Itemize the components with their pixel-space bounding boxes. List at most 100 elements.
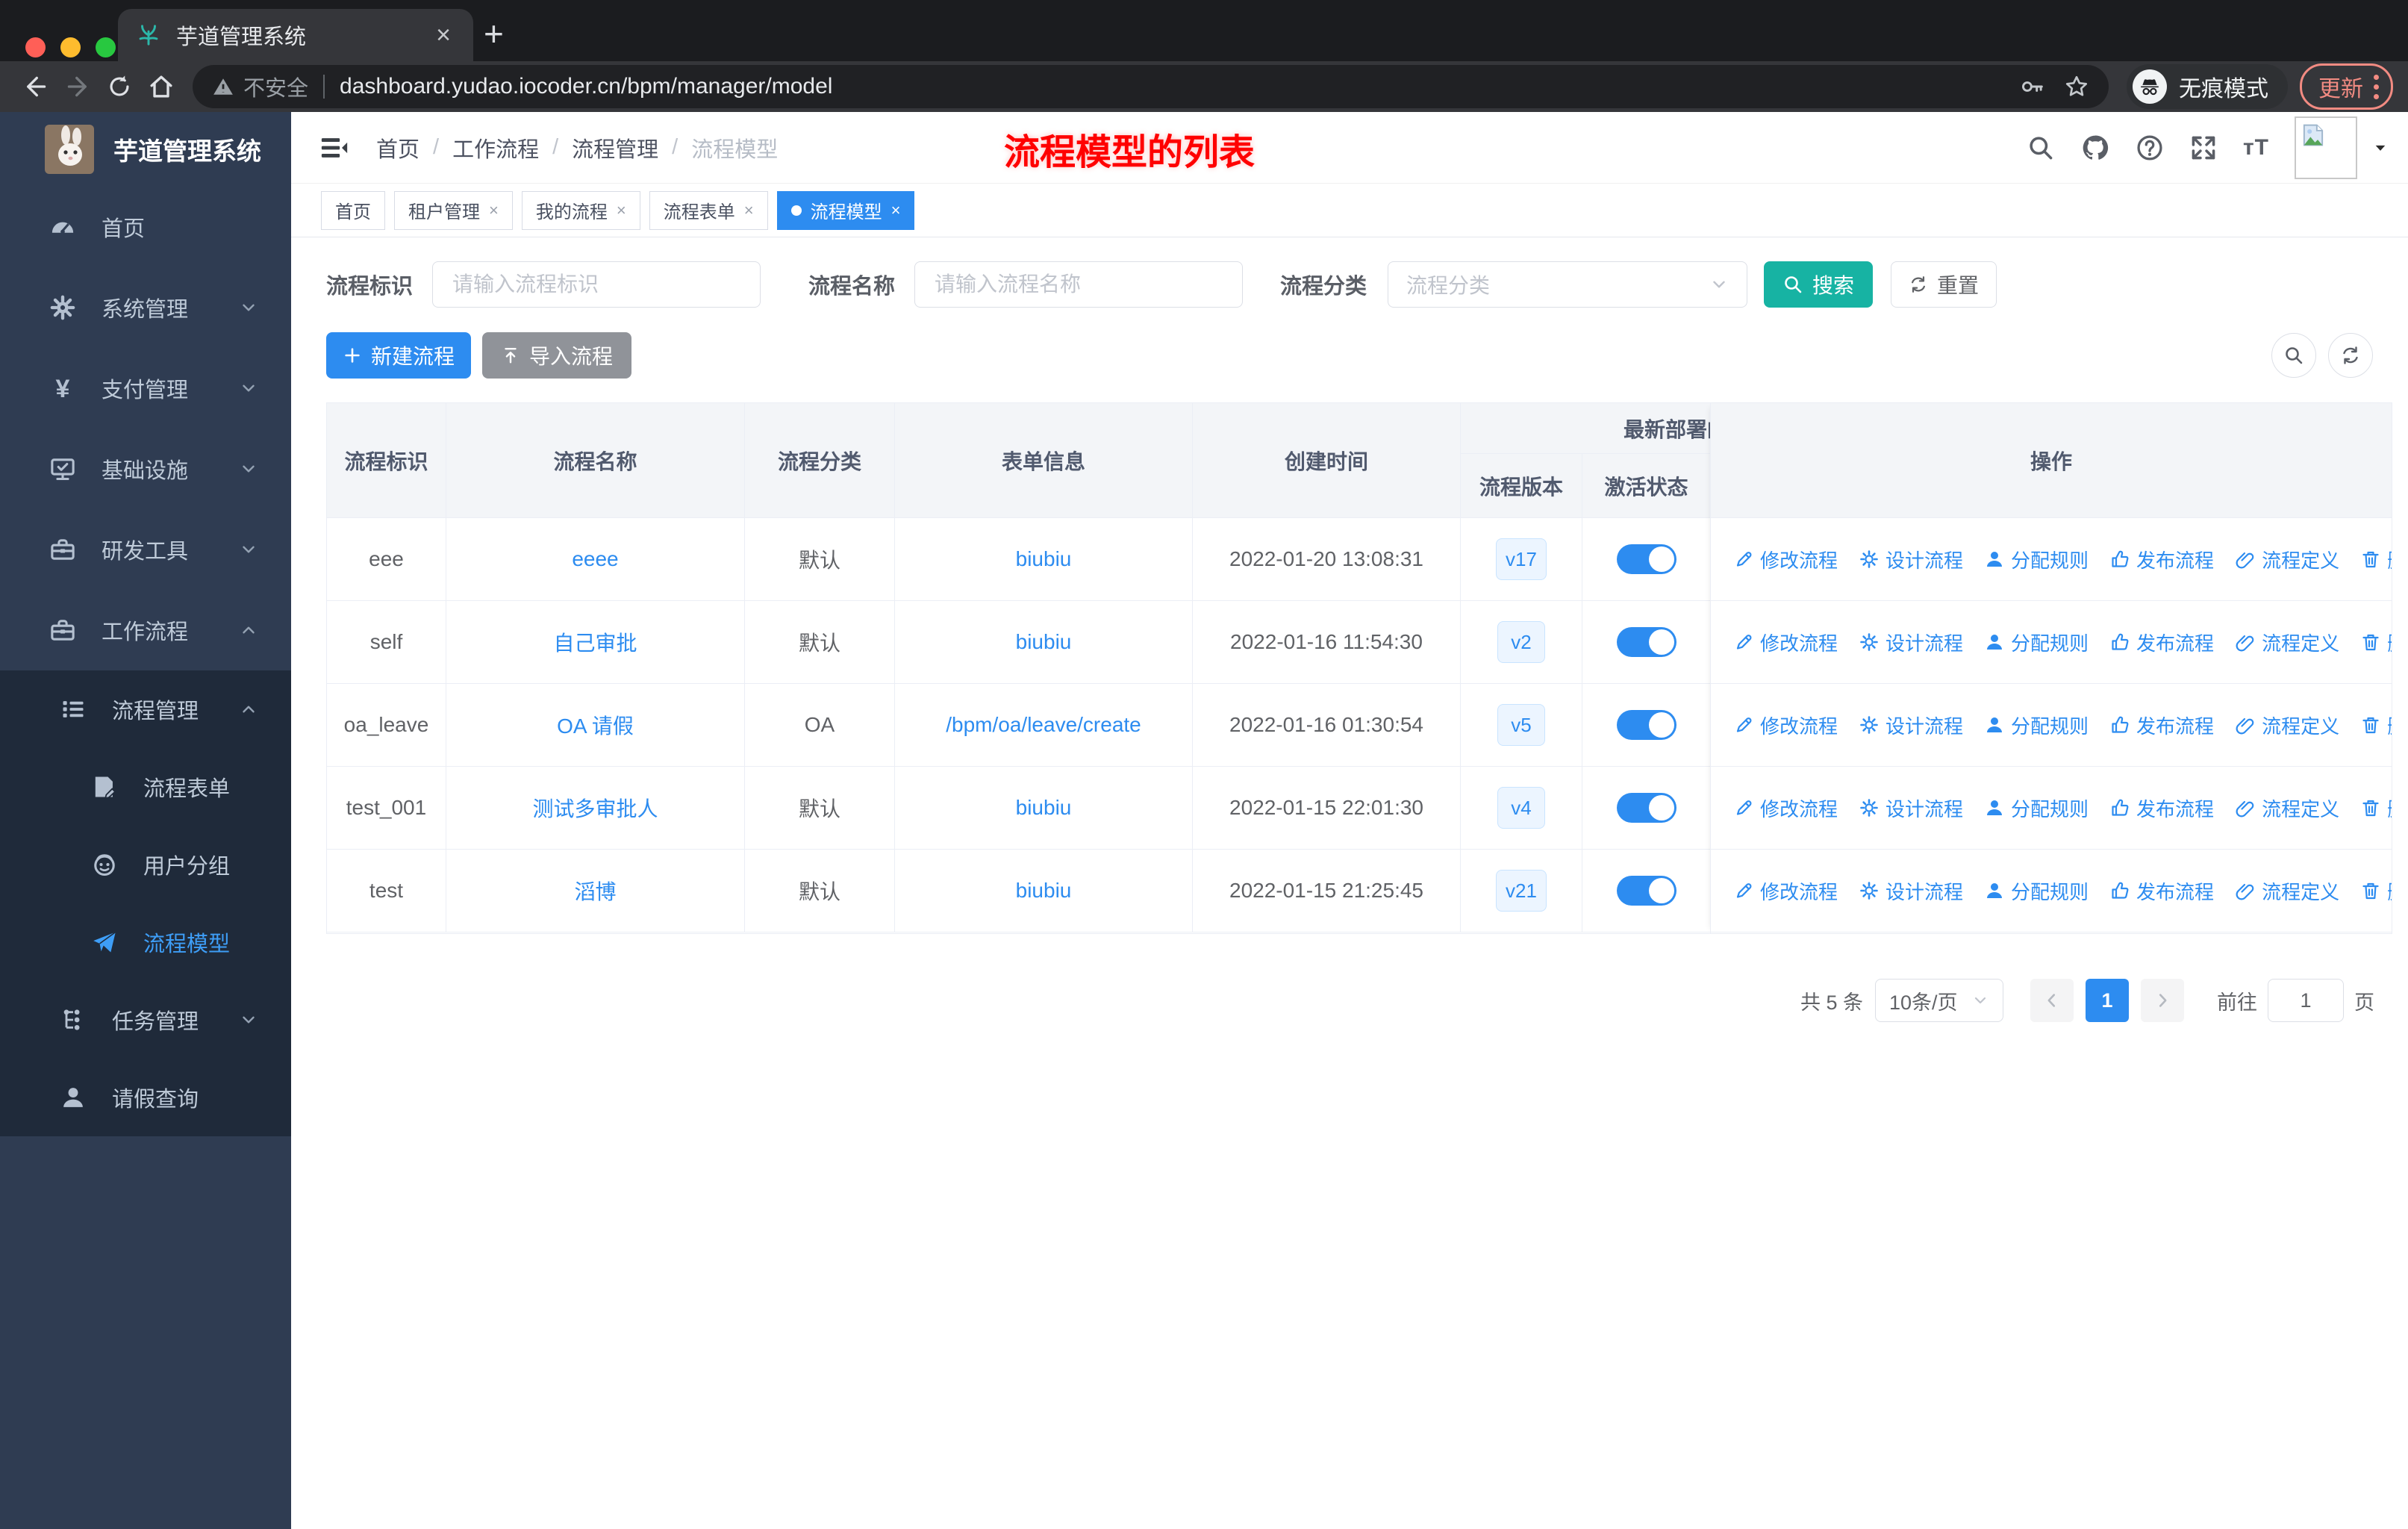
row-name-link[interactable]: 滔博: [574, 876, 616, 906]
font-size-icon[interactable]: ᴛT: [2243, 135, 2269, 161]
new-tab-button[interactable]: +: [484, 16, 504, 51]
active-toggle[interactable]: [1616, 876, 1676, 906]
breadcrumb-workflow[interactable]: 工作流程: [452, 132, 539, 164]
design-process-link[interactable]: 设计流程: [1859, 877, 1963, 905]
tag-home[interactable]: 首页: [321, 190, 385, 230]
sidebar-item-process-mgmt[interactable]: 流程管理: [0, 670, 291, 748]
sidebar-item-process-form[interactable]: 流程表单: [0, 748, 291, 826]
row-name-link[interactable]: 自己审批: [553, 627, 637, 657]
fullscreen-icon[interactable]: [2189, 134, 2218, 162]
sidebar-item-infra[interactable]: 基础设施: [0, 429, 291, 509]
delete-link[interactable]: 删除: [2360, 629, 2392, 656]
row-name-link[interactable]: eeee: [572, 547, 618, 571]
window-controls[interactable]: [25, 37, 116, 57]
process-key-input-field[interactable]: [451, 272, 743, 297]
active-toggle[interactable]: [1616, 544, 1676, 574]
publish-process-link[interactable]: 发布流程: [2109, 794, 2214, 822]
breadcrumb-home[interactable]: 首页: [376, 132, 419, 164]
browser-tab[interactable]: 芋道管理系统 ×: [118, 9, 473, 61]
user-avatar[interactable]: [2295, 116, 2357, 179]
process-key-input[interactable]: [432, 261, 761, 308]
category-select[interactable]: 流程分类: [1388, 261, 1748, 308]
design-process-link[interactable]: 设计流程: [1859, 629, 1963, 656]
hamburger-icon[interactable]: [319, 133, 349, 163]
tag-process-form[interactable]: 流程表单 ×: [649, 190, 768, 230]
active-toggle[interactable]: [1616, 627, 1676, 657]
refresh-table-button[interactable]: [2328, 332, 2373, 378]
prev-page-button[interactable]: [2030, 979, 2074, 1022]
caret-down-icon[interactable]: [2372, 140, 2389, 156]
address-bar[interactable]: 不安全 dashboard.yudao.iocoder.cn/bpm/manag…: [193, 65, 2109, 108]
row-form-link[interactable]: /bpm/oa/leave/create: [946, 713, 1141, 737]
tag-process-model[interactable]: 流程模型 ×: [776, 190, 915, 230]
password-key-icon[interactable]: [2019, 74, 2044, 99]
row-form-link[interactable]: biubiu: [1016, 796, 1072, 820]
row-name-link[interactable]: OA 请假: [557, 710, 634, 740]
sidebar-item-payment[interactable]: ¥ 支付管理: [0, 348, 291, 429]
assign-rule-link[interactable]: 分配规则: [1984, 794, 2089, 822]
design-process-link[interactable]: 设计流程: [1859, 546, 1963, 573]
next-page-button[interactable]: [2141, 979, 2184, 1022]
sidebar-item-leave-query[interactable]: 请假查询: [0, 1059, 291, 1136]
modify-process-link[interactable]: 修改流程: [1733, 629, 1838, 656]
process-name-input-field[interactable]: [933, 272, 1225, 297]
delete-link[interactable]: 删除: [2360, 546, 2392, 573]
process-definition-link[interactable]: 流程定义: [2235, 877, 2339, 905]
sidebar-item-system[interactable]: 系统管理: [0, 267, 291, 348]
design-process-link[interactable]: 设计流程: [1859, 711, 1963, 739]
forward-icon[interactable]: [57, 66, 99, 108]
modify-process-link[interactable]: 修改流程: [1733, 877, 1838, 905]
close-window-button[interactable]: [25, 37, 46, 57]
menu-dots-icon[interactable]: [2374, 74, 2379, 99]
sidebar-item-devtools[interactable]: 研发工具: [0, 509, 291, 590]
import-process-button[interactable]: 导入流程: [482, 331, 631, 379]
row-form-link[interactable]: biubiu: [1016, 547, 1072, 571]
active-toggle[interactable]: [1616, 793, 1676, 823]
assign-rule-link[interactable]: 分配规则: [1984, 546, 2089, 573]
process-definition-link[interactable]: 流程定义: [2235, 711, 2339, 739]
breadcrumb-process-mgmt[interactable]: 流程管理: [572, 132, 658, 164]
process-name-input[interactable]: [914, 261, 1244, 308]
publish-process-link[interactable]: 发布流程: [2109, 629, 2214, 656]
show-search-button[interactable]: [2271, 332, 2316, 378]
sidebar-item-task-mgmt[interactable]: 任务管理: [0, 981, 291, 1059]
publish-process-link[interactable]: 发布流程: [2109, 546, 2214, 573]
modify-process-link[interactable]: 修改流程: [1733, 711, 1838, 739]
assign-rule-link[interactable]: 分配规则: [1984, 629, 2089, 656]
github-icon[interactable]: [2080, 133, 2110, 163]
tag-close-icon[interactable]: ×: [744, 201, 754, 220]
page-size-select[interactable]: 10条/页: [1875, 979, 2003, 1022]
modify-process-link[interactable]: 修改流程: [1733, 794, 1838, 822]
browser-menu-update-button[interactable]: 更新: [2300, 63, 2393, 110]
active-toggle[interactable]: [1616, 710, 1676, 740]
tag-close-icon[interactable]: ×: [617, 201, 626, 220]
delete-link[interactable]: 删除: [2360, 877, 2392, 905]
tab-close-icon[interactable]: ×: [431, 22, 455, 48]
assign-rule-link[interactable]: 分配规则: [1984, 711, 2089, 739]
security-status[interactable]: 不安全: [212, 71, 308, 102]
process-definition-link[interactable]: 流程定义: [2235, 629, 2339, 656]
reset-button[interactable]: 重置: [1891, 261, 1997, 308]
row-name-link[interactable]: 测试多审批人: [532, 793, 658, 823]
page-1-button[interactable]: 1: [2086, 979, 2129, 1022]
process-definition-link[interactable]: 流程定义: [2235, 794, 2339, 822]
goto-page-input[interactable]: 1: [2268, 979, 2344, 1022]
design-process-link[interactable]: 设计流程: [1859, 794, 1963, 822]
tag-my-process[interactable]: 我的流程 ×: [521, 190, 640, 230]
search-button[interactable]: 搜索: [1764, 261, 1874, 308]
delete-link[interactable]: 删除: [2360, 794, 2392, 822]
row-form-link[interactable]: biubiu: [1016, 630, 1072, 654]
help-icon[interactable]: [2136, 134, 2164, 162]
sidebar-item-home[interactable]: 首页: [0, 187, 291, 267]
row-form-link[interactable]: biubiu: [1016, 879, 1072, 903]
sidebar-item-workflow[interactable]: 工作流程: [0, 590, 291, 670]
delete-link[interactable]: 删除: [2360, 711, 2392, 739]
zoom-window-button[interactable]: [96, 37, 116, 57]
bookmark-star-icon[interactable]: [2064, 74, 2089, 99]
reload-icon[interactable]: [99, 66, 140, 108]
modify-process-link[interactable]: 修改流程: [1733, 546, 1838, 573]
tag-tenant[interactable]: 租户管理 ×: [394, 190, 513, 230]
url-text[interactable]: dashboard.yudao.iocoder.cn/bpm/manager/m…: [340, 74, 2019, 99]
process-definition-link[interactable]: 流程定义: [2235, 546, 2339, 573]
assign-rule-link[interactable]: 分配规则: [1984, 877, 2089, 905]
